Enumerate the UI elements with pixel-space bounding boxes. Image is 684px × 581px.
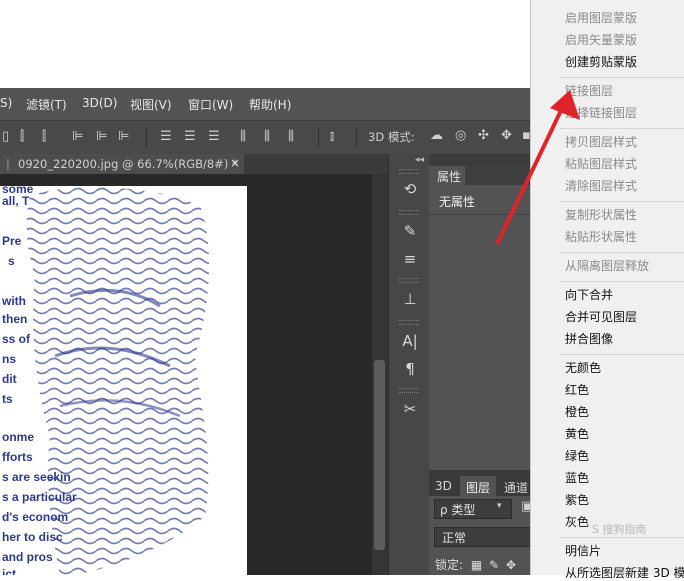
- history-brush-icon[interactable]: ⟲: [399, 178, 421, 200]
- document-tab-title: 0920_220200.jpg @ 66.7%(RGB/8#) *: [18, 157, 238, 171]
- grip-handle[interactable]: [399, 278, 419, 283]
- context-menu-item[interactable]: 合并可见图层: [565, 308, 637, 325]
- panel-dock-strip: ◂◂ ⟲ ✎ ≡ ⊥ A| ¶ ✂: [388, 154, 429, 575]
- tab-divider: |: [6, 157, 10, 171]
- blend-mode-select[interactable]: 正常: [434, 527, 532, 547]
- blend-mode-value: 正常: [442, 531, 467, 545]
- separator: [318, 128, 319, 148]
- distribute-left-icon[interactable]: ⫼: [240, 129, 246, 145]
- options-bar: ▯ ⫿ ⫿ ⊫ ⊫ ⊫ ☰ ☰ ☰ ⫼ ⫼ ⫼ ⫾ 3D 模式: ☁ ◎ ✣ ✥…: [0, 120, 531, 154]
- distribute-right-icon[interactable]: ⫼: [288, 129, 294, 145]
- context-menu-item[interactable]: 创建剪贴蒙版: [565, 53, 637, 70]
- separator: [146, 128, 147, 148]
- menu-bar: S) 滤镜(T) 3D(D) 视图(V) 窗口(W) 帮助(H): [0, 88, 530, 120]
- lock-position-icon[interactable]: ✥: [506, 558, 516, 572]
- chevron-down-icon: ▾: [497, 501, 502, 511]
- context-menu-item[interactable]: 启用图层蒙版: [565, 9, 637, 26]
- tab-3d[interactable]: 3D: [435, 479, 452, 493]
- no-properties-text: 无属性: [439, 195, 476, 209]
- menu-view[interactable]: 视图(V): [130, 96, 172, 113]
- separator: [356, 128, 357, 148]
- distribute-vcenter-icon[interactable]: ☰: [184, 129, 196, 145]
- lock-pixels-icon[interactable]: ✎: [489, 558, 499, 572]
- align-bottom-icon[interactable]: ⫿: [42, 129, 46, 145]
- 3d-mode-label: 3D 模式:: [368, 130, 415, 144]
- close-icon[interactable]: ×: [230, 156, 240, 170]
- context-menu-item[interactable]: 紫色: [565, 491, 589, 508]
- character-icon[interactable]: A|: [399, 330, 421, 352]
- menu-filter[interactable]: 滤镜(T): [26, 96, 67, 113]
- grip-handle[interactable]: [399, 210, 419, 215]
- tab-channels[interactable]: 通道: [504, 479, 528, 496]
- lock-label: 锁定:: [435, 558, 464, 572]
- menu-3d[interactable]: 3D(D): [82, 96, 117, 110]
- context-menu-item[interactable]: 灰色: [565, 513, 589, 530]
- annotation-arrow: [496, 90, 580, 244]
- context-menu-item[interactable]: 红色: [565, 381, 589, 398]
- context-menu-item[interactable]: 蓝色: [565, 469, 589, 486]
- align-right-icon[interactable]: ⊫: [118, 129, 129, 145]
- brush-preset-icon[interactable]: ✎: [399, 220, 421, 242]
- context-menu-item[interactable]: 明信片: [565, 542, 601, 559]
- paragraph-icon[interactable]: ¶: [399, 358, 421, 380]
- canvas-text: some all, T Pre s with then ss of ns dit…: [2, 186, 77, 575]
- align-top-icon[interactable]: ▯: [2, 129, 9, 145]
- clone-source-icon[interactable]: ⊥: [399, 288, 421, 310]
- lock-transparent-icon[interactable]: ▦: [471, 558, 482, 572]
- context-menu-item[interactable]: 绿色: [565, 447, 589, 464]
- adjustments-icon[interactable]: ≡: [399, 248, 421, 270]
- context-menu-item[interactable]: 从所选图层新建 3D 模: [565, 564, 684, 581]
- context-menu-item[interactable]: 黄色: [565, 425, 589, 442]
- context-menu-item[interactable]: 拼合图像: [565, 330, 613, 347]
- watermark: S 搜狗指南: [592, 523, 647, 536]
- align-hcenter-icon[interactable]: ⊫: [96, 129, 107, 145]
- tab-layers[interactable]: 图层: [466, 479, 490, 496]
- context-menu-item[interactable]: 启用矢量蒙版: [565, 31, 637, 48]
- scrollbar-thumb[interactable]: [374, 360, 385, 550]
- collapse-icon[interactable]: ◂◂: [415, 155, 424, 165]
- distribute-hcenter-icon[interactable]: ⫼: [264, 129, 270, 145]
- context-menu-item[interactable]: 橙色: [565, 403, 589, 420]
- orbit-3d-icon[interactable]: ☁: [430, 128, 443, 144]
- menu-separator: [560, 281, 684, 282]
- context-menu-item[interactable]: 向下合并: [565, 286, 613, 303]
- tool-presets-icon[interactable]: ✂: [399, 398, 421, 420]
- background-area: [0, 0, 530, 88]
- grip-handle[interactable]: [399, 169, 419, 174]
- grip-handle[interactable]: [399, 388, 419, 393]
- menu-select[interactable]: S): [0, 96, 12, 110]
- tab-properties-label: 属性: [437, 170, 462, 184]
- document-tab[interactable]: | 0920_220200.jpg @ 66.7%(RGB/8#) * ×: [0, 154, 244, 174]
- distribute-top-icon[interactable]: ☰: [160, 129, 172, 145]
- tab-properties[interactable]: 属性: [429, 166, 465, 185]
- menu-help[interactable]: 帮助(H): [249, 96, 291, 113]
- menu-separator: [560, 354, 684, 355]
- lock-row: 锁定: ▦ ✎ ✥: [435, 556, 516, 573]
- menu-window[interactable]: 窗口(W): [188, 96, 233, 113]
- layer-kind-label: ρ 类型: [440, 503, 476, 517]
- layer-kind-filter[interactable]: ρ 类型 ▾: [434, 499, 512, 519]
- document-canvas[interactable]: some all, T Pre s with then ss of ns dit…: [0, 186, 247, 575]
- context-menu-item[interactable]: 无颜色: [565, 359, 601, 376]
- align-left-icon[interactable]: ⊫: [72, 129, 83, 145]
- align-vcenter-icon[interactable]: ⫿: [20, 129, 24, 145]
- distribute-bottom-icon[interactable]: ☰: [208, 129, 220, 145]
- auto-align-icon[interactable]: ⫾: [330, 129, 334, 145]
- menu-separator: [560, 537, 684, 538]
- grip-handle[interactable]: [399, 320, 419, 325]
- roll-3d-icon[interactable]: ◎: [455, 128, 466, 144]
